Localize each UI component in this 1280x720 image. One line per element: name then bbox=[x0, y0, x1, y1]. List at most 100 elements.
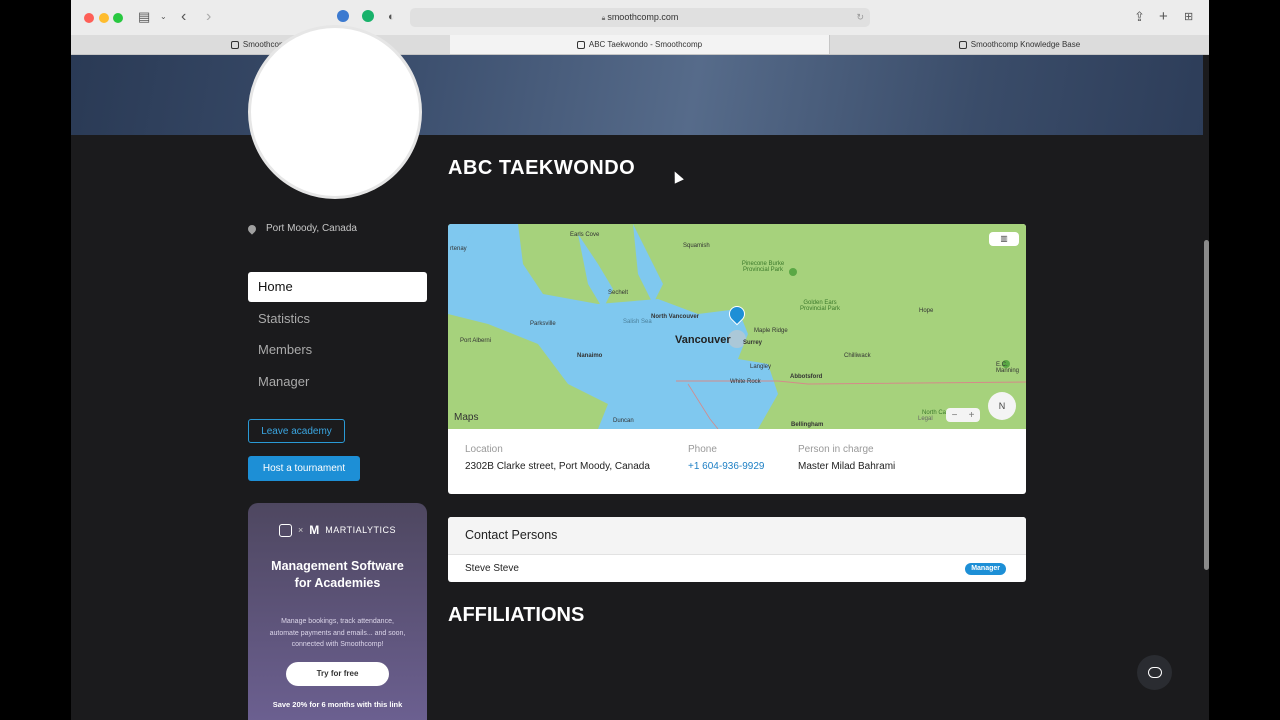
promo-offer: Save 20% for 6 months with this link bbox=[272, 700, 403, 709]
tab-knowledge-base[interactable]: Smoothcomp Knowledge Base bbox=[829, 35, 1209, 54]
phone-link[interactable]: +1 604-936-9929 bbox=[688, 461, 764, 472]
sidebar-item-members[interactable]: Members bbox=[248, 335, 427, 365]
tab-bar: Smoothcomp ABC Taekwondo - Smoothcomp Sm… bbox=[71, 35, 1209, 55]
smoothcomp-favicon-icon bbox=[576, 40, 585, 49]
sidebar-item-manager[interactable]: Manager bbox=[248, 367, 427, 397]
url-text: smoothcomp.com bbox=[607, 12, 679, 22]
person-info: Person in charge Master Milad Bahrami bbox=[798, 444, 895, 472]
map-type-button[interactable]: ▥ bbox=[989, 232, 1019, 246]
scrollbar[interactable] bbox=[1204, 240, 1209, 570]
martialytics-promo: × M MARTIALYTICS Management Software for… bbox=[248, 503, 427, 720]
map-label-north-vancouver: North Vancouver bbox=[651, 314, 700, 320]
zoom-window-button[interactable] bbox=[113, 13, 123, 23]
host-tournament-button[interactable]: Host a tournament bbox=[248, 456, 360, 481]
map-label-langley: Langley bbox=[750, 364, 772, 370]
zoom-in-icon[interactable]: + bbox=[969, 410, 975, 421]
location-value: 2302B Clarke street, Port Moody, Canada bbox=[465, 461, 650, 472]
role-badge: Manager bbox=[965, 563, 1006, 575]
help-chat-button[interactable] bbox=[1137, 655, 1172, 690]
compass-icon[interactable]: N bbox=[988, 392, 1016, 420]
academy-info-card: rtenay Earls Cove Squamish Pinecone Burk… bbox=[448, 224, 1026, 494]
tab-abc-taekwondo[interactable]: ABC Taekwondo - Smoothcomp bbox=[450, 35, 829, 54]
close-window-button[interactable] bbox=[84, 13, 94, 23]
promo-logos: × M MARTIALYTICS bbox=[248, 523, 427, 537]
contact-persons-title: Contact Persons bbox=[448, 517, 1026, 555]
map-attribution: Maps bbox=[454, 412, 478, 423]
zoom-out-icon[interactable]: − bbox=[952, 410, 958, 421]
map-label-squamish: Squamish bbox=[683, 243, 710, 249]
person-value: Master Milad Bahrami bbox=[798, 461, 896, 472]
list-item: Steve Steve Manager bbox=[448, 555, 1026, 582]
sidebar-item-home[interactable]: Home bbox=[248, 272, 427, 302]
phone-info: Phone +1 604-936-9929 bbox=[688, 444, 764, 472]
maps-text: Maps bbox=[454, 412, 479, 423]
person-label: Person in charge bbox=[798, 444, 874, 455]
extension-icon[interactable] bbox=[337, 10, 349, 22]
sidebar-toggle-icon[interactable]: ▤ bbox=[138, 9, 150, 25]
promo-description: Manage bookings, track attendance, autom… bbox=[269, 618, 406, 648]
contact-persons-card: Contact Persons Steve Steve Manager bbox=[448, 517, 1026, 582]
address-bar[interactable]: 🔒︎ smoothcomp.com ↻ bbox=[410, 8, 870, 27]
academy-location: Port Moody, Canada bbox=[246, 222, 357, 235]
map-label-ec-manning: E.C. Manning bbox=[996, 362, 1020, 374]
map-pin-icon bbox=[246, 222, 258, 235]
smoothcomp-favicon-icon bbox=[958, 40, 967, 49]
map-label-nanaimo: Nanaimo bbox=[577, 353, 603, 359]
sidebar-nav: Home Statistics Members Manager bbox=[248, 272, 427, 398]
affiliations-heading: AFFILIATIONS bbox=[448, 604, 585, 626]
map-label-sechelt: Sechelt bbox=[608, 290, 629, 296]
map-label-chilliwack: Chilliwack bbox=[844, 353, 871, 359]
page-title: ABC TAEKWONDO bbox=[448, 157, 636, 179]
map-label-salish-sea: Salish Sea bbox=[623, 319, 652, 325]
chat-bubble-icon bbox=[1147, 667, 1162, 678]
promo-title: Management Software for Academies bbox=[271, 559, 404, 590]
map-label-duncan: Duncan bbox=[613, 418, 634, 424]
browser-window: ▤ ⌄ ‹ › ◐ 🔒︎ smoothcomp.com ↻ ⇪ + ⊞ Smoo… bbox=[71, 0, 1209, 720]
map-label-white-rock: White Rock bbox=[730, 379, 761, 385]
map-label-abbotsford: Abbotsford bbox=[790, 374, 823, 380]
smoothcomp-favicon-icon bbox=[230, 40, 239, 49]
reload-icon[interactable]: ↻ bbox=[856, 8, 864, 27]
map-label-hope: Hope bbox=[919, 308, 934, 314]
smoothcomp-logo-icon bbox=[279, 523, 293, 537]
map-label-golden-ears: Golden Ears Provincial Park bbox=[799, 300, 840, 312]
leave-academy-button[interactable]: Leave academy bbox=[248, 419, 345, 443]
location-label: Location bbox=[465, 444, 503, 455]
contact-name: Steve Steve bbox=[465, 563, 519, 574]
map-label-pinecone: Pinecone Burke Provincial Park bbox=[741, 261, 785, 273]
map-legal-link[interactable]: Legal bbox=[918, 416, 933, 422]
map-label-port-alberni: Port Alberni bbox=[460, 338, 492, 344]
map-label-earls-cove: Earls Cove bbox=[570, 232, 600, 238]
map-label-maple-ridge: Maple Ridge bbox=[754, 328, 788, 334]
try-free-button[interactable]: Try for free bbox=[286, 662, 389, 686]
location-info: Location 2302B Clarke street, Port Moody… bbox=[465, 444, 650, 472]
map-label-parksville: Parksville bbox=[530, 321, 556, 327]
back-icon[interactable]: ‹ bbox=[181, 9, 186, 25]
academy-avatar bbox=[248, 25, 422, 199]
page-content: ABC TAEKWONDO Port Moody, Canada Home St… bbox=[71, 25, 1203, 720]
promo-brand: MARTIALYTICS bbox=[325, 525, 396, 535]
zoom-control: − + bbox=[946, 408, 980, 422]
tab-label: ABC Taekwondo - Smoothcomp bbox=[588, 40, 703, 49]
sidebar-item-statistics[interactable]: Statistics bbox=[248, 304, 427, 334]
phone-label: Phone bbox=[688, 444, 717, 455]
cover-banner bbox=[71, 55, 1203, 135]
share-icon[interactable]: ⇪ bbox=[1134, 9, 1145, 25]
martialytics-logo-icon: M bbox=[309, 523, 320, 537]
forward-icon[interactable]: › bbox=[206, 9, 211, 25]
browser-toolbar: ▤ ⌄ ‹ › ◐ 🔒︎ smoothcomp.com ↻ ⇪ + ⊞ bbox=[71, 0, 1209, 36]
tab-overview-icon[interactable]: ⊞ bbox=[1184, 9, 1193, 25]
map-label-bellingham: Bellingham bbox=[791, 422, 824, 428]
tab-label: Smoothcomp Knowledge Base bbox=[970, 40, 1081, 49]
new-tab-icon[interactable]: + bbox=[1159, 9, 1168, 25]
promo-separator: × bbox=[298, 525, 304, 535]
location-map[interactable]: rtenay Earls Cove Squamish Pinecone Burk… bbox=[448, 224, 1026, 429]
map-label-surrey: Surrey bbox=[743, 340, 763, 346]
minimize-window-button[interactable] bbox=[99, 13, 109, 23]
map-label-tenay: rtenay bbox=[450, 246, 467, 252]
shield-icon[interactable]: ◐ bbox=[388, 9, 395, 25]
chevron-down-icon[interactable]: ⌄ bbox=[160, 9, 167, 25]
location-text: Port Moody, Canada bbox=[266, 223, 357, 234]
grammarly-icon[interactable] bbox=[362, 10, 374, 22]
map-label-vancouver: Vancouver bbox=[675, 334, 731, 346]
